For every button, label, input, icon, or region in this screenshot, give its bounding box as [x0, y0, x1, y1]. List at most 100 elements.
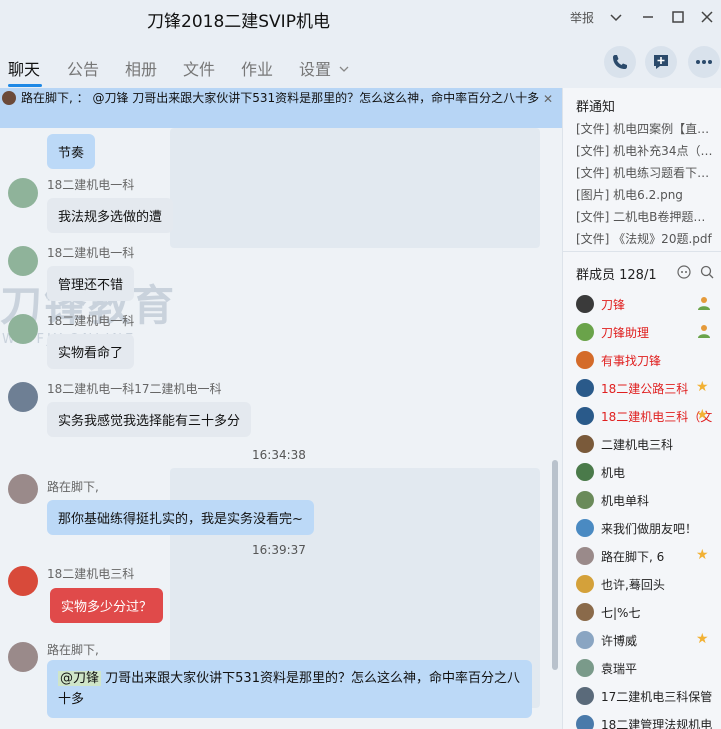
- avatar: [576, 715, 594, 729]
- member-row[interactable]: 七|%七: [576, 602, 721, 624]
- message-bubble[interactable]: 实务我感觉我选择能有三十多分: [47, 402, 252, 437]
- member-row[interactable]: 18二建公路三科 ★: [576, 378, 721, 400]
- pinned-message-banner[interactable]: 路在脚下, ： @刀锋 刀哥出来跟大家伙讲下531资料是那里的？怎么这么神，命中…: [0, 88, 562, 128]
- avatar[interactable]: [8, 382, 38, 412]
- avatar[interactable]: [8, 314, 38, 344]
- star-badge-icon: ★: [696, 547, 709, 563]
- member-row[interactable]: 二建机电三科: [576, 434, 721, 456]
- notice-item[interactable]: [文件] 机电练习题看下…: [576, 164, 721, 181]
- timestamp: 16:39:37: [252, 543, 306, 557]
- chat-area[interactable]: 刀锋教育 W.DFJY.ONLINE 节奏 18二建机电一科 我法规多选做的遭 …: [0, 88, 562, 729]
- close-icon[interactable]: [697, 7, 717, 27]
- member-name: 17二建机电三科保管: [601, 690, 713, 704]
- avatar[interactable]: [8, 566, 38, 596]
- member-row[interactable]: 18二建管理法规机电: [576, 714, 721, 729]
- member-row[interactable]: 18二建机电三科（文 ★: [576, 406, 721, 428]
- member-name: 机电单科: [601, 494, 650, 508]
- member-row[interactable]: 路在脚下, 6 ★: [576, 546, 721, 568]
- notice-item[interactable]: [文件] 机电补充34点（…: [576, 142, 721, 159]
- chevron-down-icon[interactable]: [606, 7, 626, 27]
- avatar: [576, 295, 594, 313]
- member-manage-icon[interactable]: [676, 264, 692, 280]
- avatar[interactable]: [8, 474, 38, 504]
- member-row[interactable]: 17二建机电三科保管: [576, 686, 721, 708]
- member-row[interactable]: 也许,蓦回头: [576, 574, 721, 596]
- member-row[interactable]: 刀锋: [576, 294, 721, 316]
- member-name: 来我们做朋友吧！: [601, 522, 698, 536]
- tab-album[interactable]: 相册: [125, 56, 157, 80]
- sender-name: 18二建机电一科: [47, 178, 135, 192]
- member-name: 18二建公路三科: [601, 382, 689, 396]
- message-bubble[interactable]: 管理还不错: [47, 266, 135, 301]
- more-icon[interactable]: [688, 46, 720, 78]
- minimize-icon[interactable]: [638, 7, 658, 27]
- sender-name: 18二建机电一科: [47, 246, 135, 260]
- tab-chat[interactable]: 聊天: [8, 56, 40, 80]
- pinned-message-text: 路在脚下, ： @刀锋 刀哥出来跟大家伙讲下531资料是那里的？怎么这么神，命中…: [21, 91, 540, 105]
- member-name: 刀锋助理: [601, 326, 650, 340]
- avatar: [2, 91, 16, 105]
- avatar: [576, 379, 594, 397]
- avatar: [576, 659, 594, 677]
- avatar: [576, 407, 594, 425]
- avatar[interactable]: [8, 246, 38, 276]
- member-row[interactable]: 机电单科: [576, 490, 721, 512]
- close-icon[interactable]: ✕: [543, 92, 553, 106]
- star-badge-icon: ★: [696, 407, 709, 423]
- member-name: 路在脚下, 6: [601, 550, 665, 564]
- admin-badge-icon: [696, 295, 712, 315]
- title-bar: 刀锋2018二建SVIP机电 举报: [0, 0, 721, 38]
- notice-item[interactable]: [文件] 机电四案例【直…: [576, 120, 721, 137]
- notice-item[interactable]: [图片] 机电6.2.png: [576, 186, 721, 203]
- member-row[interactable]: 许博威 ★: [576, 630, 721, 652]
- add-chat-icon[interactable]: [645, 46, 677, 78]
- qq-group-window: 刀锋2018二建SVIP机电 举报 聊天 公告 相册 文件 作业 设置 刀锋教育…: [0, 0, 721, 729]
- window-title: 刀锋2018二建SVIP机电: [147, 12, 330, 32]
- member-row[interactable]: 机电: [576, 462, 721, 484]
- notice-item[interactable]: [文件] 二机电B卷押题…: [576, 208, 721, 225]
- message-bubble[interactable]: 那你基础练得挺扎实的，我是实务没看完~: [47, 500, 314, 535]
- phone-icon[interactable]: [604, 46, 636, 78]
- avatar: [576, 463, 594, 481]
- tab-files[interactable]: 文件: [183, 56, 215, 80]
- member-count: 群成员 128/1: [576, 268, 657, 283]
- message-bubble[interactable]: @刀锋 刀哥出来跟大家伙讲下531资料是那里的？怎么这么神，命中率百分之八十多: [47, 660, 532, 718]
- member-row[interactable]: 袁瑞平: [576, 658, 721, 680]
- tab-homework[interactable]: 作业: [241, 56, 273, 80]
- timestamp: 16:34:38: [252, 448, 306, 462]
- member-name: 有事找刀锋: [601, 354, 662, 368]
- avatar: [576, 519, 594, 537]
- member-name: 二建机电三科: [601, 438, 674, 452]
- avatar: [576, 547, 594, 565]
- message-bubble[interactable]: 节奏: [47, 134, 96, 169]
- notice-item[interactable]: [文件] 《法规》20题.pdf: [576, 230, 721, 247]
- sender-name: 18二建机电一科17二建机电一科: [47, 382, 222, 396]
- report-button[interactable]: 举报: [570, 9, 594, 26]
- sender-name: 18二建机电三科: [47, 567, 135, 581]
- avatar: [576, 631, 594, 649]
- mention-tag[interactable]: @刀锋: [58, 671, 102, 686]
- member-name: 机电: [601, 466, 626, 480]
- member-row[interactable]: 来我们做朋友吧！: [576, 518, 721, 540]
- message-bubble[interactable]: 实物多少分过？: [50, 588, 164, 623]
- chevron-down-icon[interactable]: [338, 60, 350, 72]
- avatar: [576, 687, 594, 705]
- tab-settings[interactable]: 设置: [299, 56, 331, 80]
- member-name: 也许,蓦回头: [601, 578, 665, 592]
- avatar[interactable]: [8, 178, 38, 208]
- message-bubble[interactable]: 实物看命了: [47, 334, 135, 369]
- member-row[interactable]: 刀锋助理: [576, 322, 721, 344]
- member-row[interactable]: 有事找刀锋: [576, 350, 721, 372]
- chat-scrollbar[interactable]: [552, 460, 558, 670]
- message-bubble[interactable]: 我法规多选做的遭: [47, 198, 174, 233]
- group-side-panel: 群通知 [文件] 机电四案例【直… [文件] 机电补充34点（… [文件] 机电…: [562, 88, 721, 729]
- search-icon[interactable]: [699, 264, 715, 280]
- maximize-icon[interactable]: [668, 7, 688, 27]
- message-text: 刀哥出来跟大家伙讲下531资料是那里的？怎么这么神，命中率百分之八十多: [58, 671, 520, 707]
- avatar[interactable]: [8, 642, 38, 672]
- sender-name: 18二建机电一科: [47, 314, 135, 328]
- avatar: [576, 491, 594, 509]
- notice-title: 群通知: [576, 100, 616, 115]
- tab-announcement[interactable]: 公告: [67, 56, 99, 80]
- admin-badge-icon: [696, 323, 712, 343]
